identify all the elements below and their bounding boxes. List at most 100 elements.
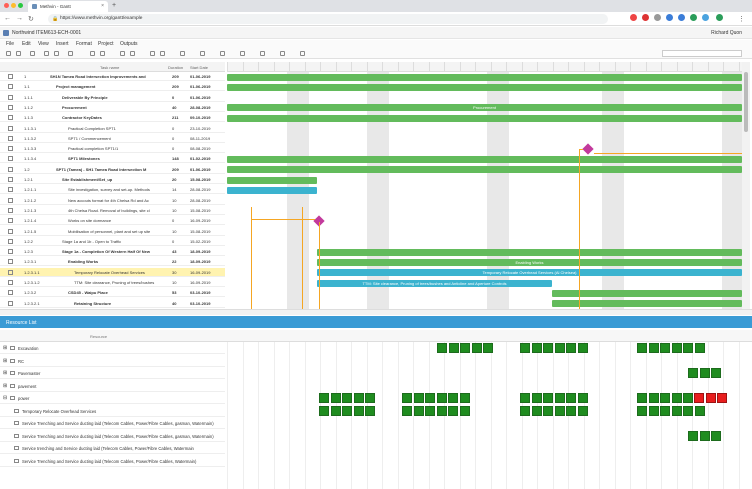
row-checkbox[interactable] <box>8 177 13 182</box>
task-name[interactable]: SH1N Tamea Road Intersection Improvement… <box>50 74 146 79</box>
horizontal-scrollbar[interactable] <box>0 309 752 315</box>
extension-icon[interactable] <box>690 14 697 21</box>
menu-file[interactable]: File <box>6 41 14 47</box>
task-row[interactable]: 1.1.3 Contractor KeyDates 211 09-10-2019 <box>0 113 225 123</box>
calendar-icon[interactable] <box>260 51 265 56</box>
task-bar[interactable]: Procurement <box>227 104 742 112</box>
resource-row[interactable]: ⊞ Excavation <box>0 342 225 354</box>
expand-toggle-icon[interactable]: ⊞ <box>3 358 7 364</box>
task-row[interactable]: 1.2.3.1 Enabling Works 22 18-09-2019 <box>0 257 225 267</box>
task-bar[interactable] <box>552 300 742 308</box>
task-name[interactable]: Deliverable By Principle <box>62 95 108 100</box>
task-name[interactable]: Practical completion SPT1/1 <box>68 146 118 151</box>
col-duration[interactable]: Duration <box>168 65 183 70</box>
row-checkbox[interactable] <box>8 249 13 255</box>
settings-icon[interactable] <box>300 51 305 56</box>
indent-icon[interactable] <box>44 51 49 56</box>
task-bar[interactable] <box>227 114 742 122</box>
scroll-thumb[interactable] <box>744 72 748 132</box>
resource-row[interactable]: ⊞ pavement <box>0 380 225 392</box>
copy-icon[interactable] <box>130 51 135 56</box>
task-name[interactable]: Contractor KeyDates <box>62 115 102 120</box>
task-name[interactable]: TTM: Site clearance, Pruning of trees/bu… <box>74 280 154 285</box>
row-checkbox[interactable] <box>8 74 13 79</box>
chart-icon[interactable] <box>240 51 245 56</box>
task-row[interactable]: 1.2.2 Stage 1a and 1b - Open to Traffic 0 1… <box>0 237 225 246</box>
task-name[interactable]: Stage 1a - Completion Of Western Half Of… <box>62 249 150 254</box>
task-row[interactable]: 1.2.3.1.2 TTM: Site clearance, Pruning of… <box>0 278 225 287</box>
row-checkbox[interactable] <box>8 166 13 172</box>
row-checkbox[interactable] <box>8 104 13 110</box>
task-row[interactable]: 1.2.1.3 4th Chelsa Road. Removal of build… <box>0 206 225 215</box>
vertical-scrollbar[interactable] <box>742 62 750 309</box>
task-bar[interactable] <box>227 155 742 163</box>
task-name[interactable]: Temporary Relocate Overhead Services <box>74 270 145 275</box>
task-row[interactable]: 1.1.2 Procurement 40 28-08-2019 <box>0 103 225 112</box>
maximize-window-icon[interactable] <box>18 3 23 8</box>
col-task-name[interactable]: Task name <box>100 65 119 70</box>
extension-icon[interactable] <box>702 14 709 21</box>
row-checkbox[interactable] <box>8 94 13 100</box>
row-checkbox[interactable] <box>8 228 13 234</box>
task-bar[interactable]: Temporary Relocate Overhead Services (Al… <box>317 269 742 277</box>
task-row[interactable]: 1.2.1.2 New accouts format for 4th Chelsa… <box>0 196 225 205</box>
zoom-out-icon[interactable] <box>100 51 105 56</box>
expand-toggle-icon[interactable]: ⊟ <box>3 395 7 401</box>
task-name[interactable]: 4th Chelsa Road. Removal of buildings, s… <box>68 208 150 213</box>
task-row[interactable]: 1.1.3.2 SPT1 / Commencement 0 08-11-2019 <box>0 134 225 143</box>
extension-icon[interactable] <box>716 14 723 21</box>
search-input[interactable] <box>662 50 742 57</box>
menu-view[interactable]: View <box>38 41 49 47</box>
new-tab-button[interactable]: + <box>112 2 116 9</box>
redo-icon[interactable] <box>16 51 21 56</box>
resource-row[interactable]: Service Trenching and Service ducting la… <box>0 430 225 442</box>
row-checkbox[interactable] <box>8 280 13 285</box>
row-checkbox[interactable] <box>8 238 13 244</box>
link-icon[interactable] <box>150 51 155 56</box>
back-icon[interactable]: ← <box>4 15 11 22</box>
task-bar[interactable]: TTM: Site clearance, Pruning of trees/bu… <box>317 279 552 287</box>
task-name[interactable]: CSD45 - Waipu Place <box>68 290 108 295</box>
task-bar[interactable] <box>227 73 742 81</box>
row-checkbox[interactable] <box>8 207 13 213</box>
browser-menu-icon[interactable]: ⋮ <box>738 15 745 23</box>
task-name[interactable]: Site investigation, survey and set-up. M… <box>68 187 150 192</box>
resource-row[interactable]: ⊞ Pavemaster <box>0 367 225 379</box>
forward-icon[interactable]: → <box>16 15 23 22</box>
undo-icon[interactable] <box>6 51 11 56</box>
task-bar[interactable] <box>227 83 742 91</box>
task-row[interactable]: 1.2.1.5 Mobilisation of personnel, plant … <box>0 227 225 236</box>
extension-icon[interactable] <box>642 14 649 21</box>
minimize-window-icon[interactable] <box>11 3 16 8</box>
task-bar[interactable] <box>317 248 742 256</box>
grid-icon[interactable] <box>68 51 73 56</box>
menu-outputs[interactable]: Outputs <box>120 41 138 47</box>
task-bar[interactable] <box>227 166 742 174</box>
menu-project[interactable]: Project <box>98 41 114 47</box>
unlink-icon[interactable] <box>160 51 165 56</box>
row-checkbox[interactable] <box>8 146 13 152</box>
task-bar[interactable] <box>227 176 317 184</box>
task-row[interactable]: 1.1 Project management 209 01-06-2019 <box>0 82 225 92</box>
task-row[interactable]: 1.2.3.2 CSD45 - Waipu Place 53 03-10-2019 <box>0 288 225 298</box>
task-row[interactable]: 1.2.1.1 Site investigation, survey and se… <box>0 185 225 195</box>
task-bar[interactable] <box>227 186 317 194</box>
tab-close-icon[interactable]: × <box>101 3 104 9</box>
expand-toggle-icon[interactable]: ⊞ <box>3 370 7 376</box>
reload-icon[interactable]: ↻ <box>28 15 34 23</box>
extension-icon[interactable] <box>678 14 685 21</box>
task-name[interactable]: Enabling Works <box>68 259 98 264</box>
task-name[interactable]: SPT1 / Commencement <box>68 136 111 141</box>
task-name[interactable]: SPT1 Milestones <box>68 156 100 161</box>
row-checkbox[interactable] <box>8 156 13 162</box>
expand-toggle-icon[interactable]: ⊞ <box>3 383 7 389</box>
outdent-icon[interactable] <box>54 51 59 56</box>
expand-toggle-icon[interactable]: ⊞ <box>3 345 7 351</box>
resource-row[interactable]: ⊟ power <box>0 392 225 404</box>
task-name[interactable]: Site Establishment/Set_up <box>62 177 112 182</box>
task-row[interactable]: 1.2.3.1.1 Temporary Relocate Overhead Ser… <box>0 267 225 277</box>
row-checkbox[interactable] <box>8 269 13 275</box>
color-icon[interactable] <box>200 51 205 56</box>
resource-row[interactable]: ⊞ RC <box>0 355 225 367</box>
task-name[interactable]: Procurement <box>62 105 87 110</box>
